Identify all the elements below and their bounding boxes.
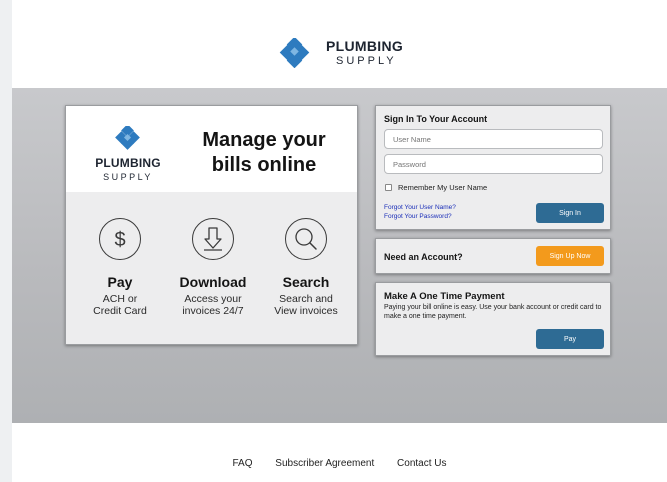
logo-line1: PLUMBING [326,38,404,54]
feature-pay: $ Pay ACH or Credit Card [70,218,170,317]
page: PLUMBING SUPPLY PLUMBING SUPPLY Manage y… [12,0,667,482]
username-input[interactable] [384,129,603,149]
footer-link-faq[interactable]: FAQ [233,458,253,469]
onetime-title: Make A One Time Payment [384,291,505,302]
feature-search-title: Search [282,274,330,290]
signup-title: Need an Account? [384,252,463,262]
feature-download-title: Download [179,274,247,290]
signin-button[interactable]: Sign In [536,203,604,223]
promo-logo: PLUMBING SUPPLY [88,124,168,182]
feature-pay-desc-line1: ACH or [102,293,138,305]
feature-search-desc-line2: View invoices [274,305,338,317]
signup-button[interactable]: Sign Up Now [536,246,604,266]
feature-pay-desc-line2: Credit Card [93,305,147,317]
pay-button[interactable]: Pay [536,329,604,349]
forgot-username-link[interactable]: Forgot Your User Name? [384,203,456,212]
forgot-links: Forgot Your User Name? Forgot Your Passw… [384,203,456,221]
feature-search: Search Search and View invoices [256,218,356,317]
site-logo[interactable]: PLUMBING SUPPLY [274,36,404,69]
signup-panel: Need an Account? Sign Up Now [375,238,611,274]
remember-label[interactable]: Remember My User Name [398,183,487,192]
promo-logo-mark-icon [108,124,148,150]
svg-text:$: $ [114,229,125,251]
footer-link-subscriber-agreement[interactable]: Subscriber Agreement [275,458,374,469]
feature-search-desc-line1: Search and [279,293,333,305]
footer: FAQ Subscriber Agreement Contact Us [12,424,667,482]
hero-band: PLUMBING SUPPLY Manage your bills online… [12,88,667,423]
signin-panel: Sign In To Your Account Remember My User… [375,105,611,230]
logo-mark-icon [274,36,318,69]
promo-title-line1: Manage your [202,129,326,151]
feature-download-desc-line1: Access your [184,293,242,305]
promo-logo-line1: PLUMBING [95,156,161,170]
feature-pay-title: Pay [107,274,133,290]
download-icon [192,218,234,260]
promo-logo-line2: SUPPLY [103,172,153,182]
promo-header: PLUMBING SUPPLY Manage your bills online [66,106,357,192]
onetime-payment-panel: Make A One Time Payment Paying your bill… [375,282,611,356]
feature-download-desc-line2: invoices 24/7 [182,305,244,317]
remember-checkbox[interactable] [385,184,392,191]
promo-title-line2: bills online [211,154,317,176]
promo-title: Manage your bills online [184,128,344,178]
feature-download: Download Access your invoices 24/7 [163,218,263,317]
header: PLUMBING SUPPLY [12,10,667,88]
footer-link-contact-us[interactable]: Contact Us [397,458,446,469]
signin-title: Sign In To Your Account [384,114,488,124]
search-icon [285,218,327,260]
footer-links: FAQ Subscriber Agreement Contact Us [12,458,667,469]
dollar-icon: $ [99,218,141,260]
forgot-password-link[interactable]: Forgot Your Password? [384,212,456,221]
remember-row[interactable]: Remember My User Name [385,183,487,192]
onetime-description: Paying your bill online is easy. Use you… [384,304,602,320]
logo-line2: SUPPLY [336,55,397,67]
password-input[interactable] [384,154,603,174]
promo-card: PLUMBING SUPPLY Manage your bills online… [65,105,358,345]
